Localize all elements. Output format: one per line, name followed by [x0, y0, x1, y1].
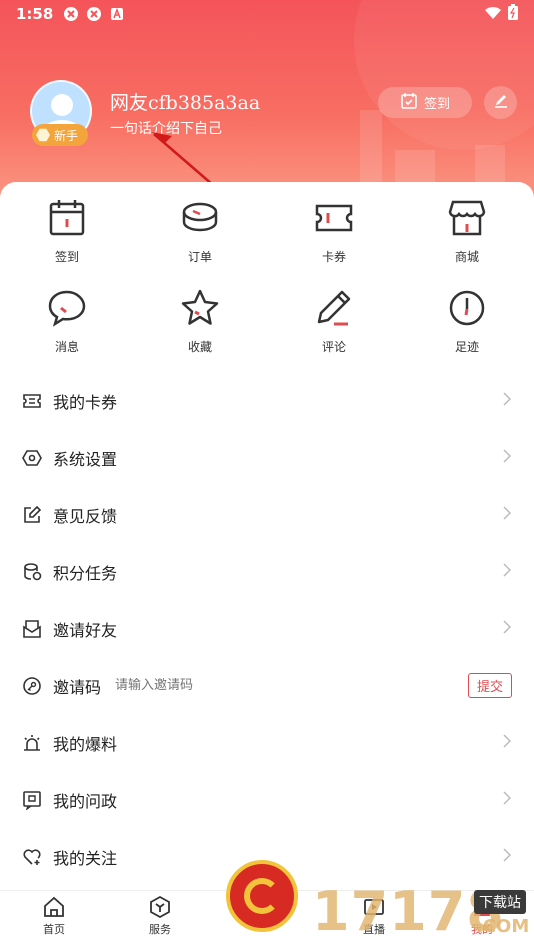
menu-item-label: 我的关注	[53, 848, 118, 868]
coupon-icon	[315, 204, 353, 232]
heart-plus-icon	[22, 847, 42, 867]
quick-action-messages[interactable]: 消息	[0, 288, 134, 355]
quick-action-label: 商城	[454, 250, 479, 264]
quick-action-history[interactable]: 足迹	[400, 288, 534, 355]
settings-icon	[22, 448, 42, 468]
wifi-icon	[484, 5, 502, 24]
chevron-right-icon	[502, 790, 512, 810]
quick-action-favorites[interactable]: 收藏	[133, 288, 267, 355]
edit-icon	[22, 505, 42, 525]
menu-item-my-follows[interactable]: 我的关注	[0, 828, 534, 885]
star-icon	[181, 289, 219, 325]
key-icon	[22, 676, 42, 696]
quick-action-label: 评论	[321, 340, 346, 354]
menu-item-my-coupons[interactable]: 我的卡券	[0, 372, 534, 429]
header-decoration	[360, 110, 382, 190]
username[interactable]: 网友cfb385a3aa	[110, 88, 260, 115]
menu-item-label: 邀请码	[53, 677, 102, 697]
chevron-right-icon	[502, 505, 512, 525]
signin-button-label: 签到	[423, 97, 450, 112]
home-icon	[44, 896, 64, 917]
calendar-check-icon	[400, 92, 418, 114]
quick-action-label: 足迹	[454, 340, 479, 354]
submit-invite-code-button[interactable]: 提交	[467, 673, 512, 698]
chevron-right-icon	[502, 847, 512, 867]
clock-icon	[449, 290, 485, 326]
nav-mine[interactable]: 我的	[452, 895, 512, 937]
nav-label: 我的	[471, 923, 493, 936]
battery-icon	[508, 4, 518, 24]
ticket-icon	[22, 391, 42, 411]
menu-item-label: 邀请好友	[53, 620, 118, 640]
pencil-icon	[493, 93, 509, 113]
menu-item-label: 意见反馈	[53, 506, 118, 526]
nav-live[interactable]: 直播	[344, 895, 404, 937]
chevron-right-icon	[502, 619, 512, 639]
status-time: 1:58	[16, 5, 54, 23]
menu-item-label: 我的爆料	[53, 734, 118, 754]
quick-action-orders[interactable]: 订单	[133, 198, 267, 265]
level-hex-icon	[36, 128, 50, 142]
level-badge-label: 新手	[54, 128, 79, 143]
menu-item-label: 积分任务	[53, 563, 118, 583]
menu-item-invite-code: 邀请码 提交	[0, 657, 534, 714]
mail-icon	[22, 619, 42, 639]
quick-action-label: 签到	[54, 250, 79, 264]
menu-item-my-tips[interactable]: 我的爆料	[0, 714, 534, 771]
notification-icon	[109, 6, 125, 22]
nav-label: 首页	[43, 923, 65, 936]
chevron-right-icon	[502, 391, 512, 411]
quick-action-signin[interactable]: 签到	[0, 198, 134, 265]
menu-item-label: 系统设置	[53, 449, 118, 469]
pen-icon	[317, 290, 351, 326]
order-icon	[182, 202, 218, 232]
store-icon	[448, 200, 486, 236]
chevron-right-icon	[502, 448, 512, 468]
quick-action-comments[interactable]: 评论	[267, 288, 401, 355]
invite-code-input[interactable]	[115, 678, 316, 693]
level-badge: 新手	[32, 124, 89, 146]
quick-action-label: 卡券	[321, 250, 346, 264]
live-tv-icon	[364, 899, 384, 915]
menu-item-label: 我的卡券	[53, 392, 118, 412]
chevron-right-icon	[502, 562, 512, 582]
coins-icon	[22, 562, 42, 582]
nav-label: 服务	[149, 923, 171, 936]
content-card: 签到 订单 卡券 商城 消息 收藏 评论 足迹 我的卡券 系统设置 意见反馈 积…	[0, 182, 534, 902]
notification-icon	[63, 6, 79, 22]
service-icon	[150, 895, 170, 919]
calendar-icon	[49, 200, 85, 236]
menu-item-points-tasks[interactable]: 积分任务	[0, 543, 534, 600]
menu-item-my-inquiries[interactable]: 我的问政	[0, 771, 534, 828]
edit-profile-button[interactable]	[484, 86, 517, 119]
quick-action-store[interactable]: 商城	[400, 198, 534, 265]
signin-button[interactable]: 签到	[378, 87, 472, 118]
user-icon	[474, 899, 490, 916]
menu-item-settings[interactable]: 系统设置	[0, 429, 534, 486]
nav-label: 直播	[363, 923, 385, 936]
quick-action-label: 订单	[187, 250, 212, 264]
bottom-nav: 首页 服务 直播 我的	[0, 890, 534, 948]
alarm-icon	[22, 733, 42, 753]
notification-icon	[86, 6, 102, 22]
menu-item-feedback[interactable]: 意见反馈	[0, 486, 534, 543]
question-icon	[22, 790, 42, 810]
menu-item-label: 我的问政	[53, 791, 118, 811]
nav-service[interactable]: 服务	[130, 895, 190, 937]
quick-action-coupons[interactable]: 卡券	[267, 198, 401, 265]
status-bar: 1:58	[0, 0, 534, 28]
message-icon	[48, 290, 86, 327]
quick-action-label: 消息	[54, 340, 79, 354]
quick-action-label: 收藏	[187, 340, 212, 354]
nav-home[interactable]: 首页	[24, 895, 84, 937]
menu-item-invite-friends[interactable]: 邀请好友	[0, 600, 534, 657]
chevron-right-icon	[502, 733, 512, 753]
